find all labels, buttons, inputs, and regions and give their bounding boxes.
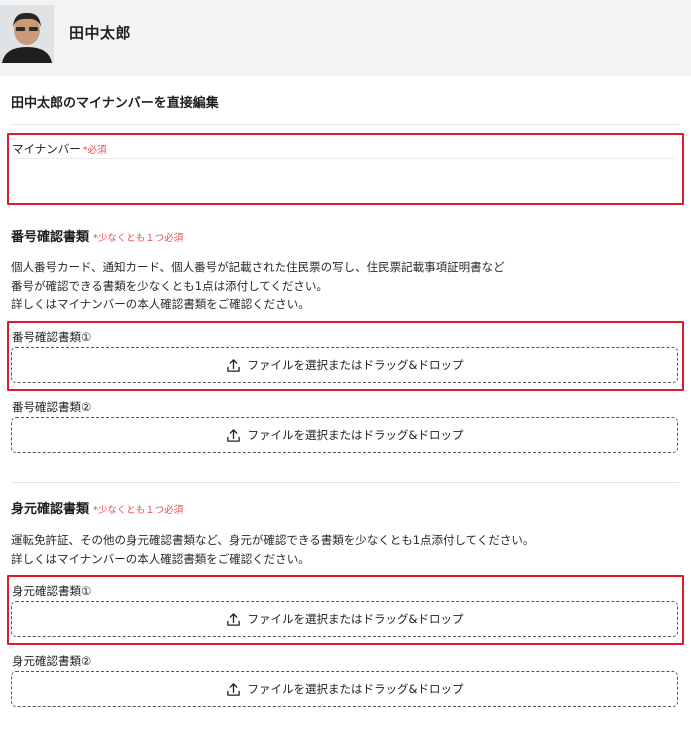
required-badge: *必須 [82,145,107,156]
divider [11,124,679,125]
divider [11,482,679,483]
dropzone-label: ファイルを選択またはドラッグ&ドロップ [247,358,464,372]
mynumber-label-text: マイナンバー [12,142,81,156]
identity-docs-title-text: 身元確認書類 [11,502,90,517]
number-doc-2-dropzone[interactable]: ファイルを選択またはドラッグ&ドロップ [11,417,678,453]
avatar-photo [0,5,54,63]
dropzone-label: ファイルを選択またはドラッグ&ドロップ [247,612,464,626]
mynumber-label: マイナンバー *必須 [12,141,107,157]
number-docs-description: 個人番号カード、通知カード、個人番号が記載された住民票の写し、住民票記載事項証明… [11,258,505,314]
desc-line: 運転免許証、その他の身元確認書類など、身元が確認できる書類を少なくとも1点添付し… [11,533,535,547]
desc-line: 番号が確認できる書類を少なくとも1点は添付してください。 [11,278,328,293]
page-title: 田中太郎のマイナンバーを直接編集 [11,96,219,111]
identity-doc-2-dropzone[interactable]: ファイルを選択またはドラッグ&ドロップ [11,671,678,707]
identity-docs-description: 運転免許証、その他の身元確認書類など、身元が確認できる書類を少なくとも1点添付し… [11,531,534,568]
number-docs-title: 番号確認書類 *少なくとも１つ必須 [11,226,183,245]
identity-doc-1-dropzone[interactable]: ファイルを選択またはドラッグ&ドロップ [11,601,678,637]
upload-icon [226,428,240,442]
number-doc-1-dropzone[interactable]: ファイルを選択またはドラッグ&ドロップ [11,347,678,383]
required-badge: *少なくとも１つ必須 [93,233,184,244]
dropzone-label: ファイルを選択またはドラッグ&ドロップ [247,428,464,442]
upload-icon [226,358,240,372]
required-badge: *少なくとも１つ必須 [93,505,184,516]
desc-line: 個人番号カード、通知カード、個人番号が記載された住民票の写し、住民票記載事項証明… [11,260,505,274]
user-name: 田中太郎 [69,24,132,42]
number-doc-1-label: 番号確認書類① [12,330,92,344]
mynumber-input[interactable] [12,158,675,194]
identity-doc-1-label: 身元確認書類① [12,584,92,598]
upload-icon [226,682,240,696]
dropzone-label: ファイルを選択またはドラッグ&ドロップ [247,682,464,696]
identity-docs-title: 身元確認書類 *少なくとも１つ必須 [11,498,183,517]
upload-icon [226,612,240,626]
identity-doc-2-label: 身元確認書類② [12,654,92,668]
avatar[interactable] [0,5,54,63]
desc-line: 詳しくはマイナンバーの本人確認書類をご確認ください。 [11,551,310,566]
number-docs-title-text: 番号確認書類 [11,230,90,245]
desc-line: 詳しくはマイナンバーの本人確認書類をご確認ください。 [11,297,310,311]
number-doc-2-label: 番号確認書類② [12,400,92,414]
header: 田中太郎 [0,0,691,76]
